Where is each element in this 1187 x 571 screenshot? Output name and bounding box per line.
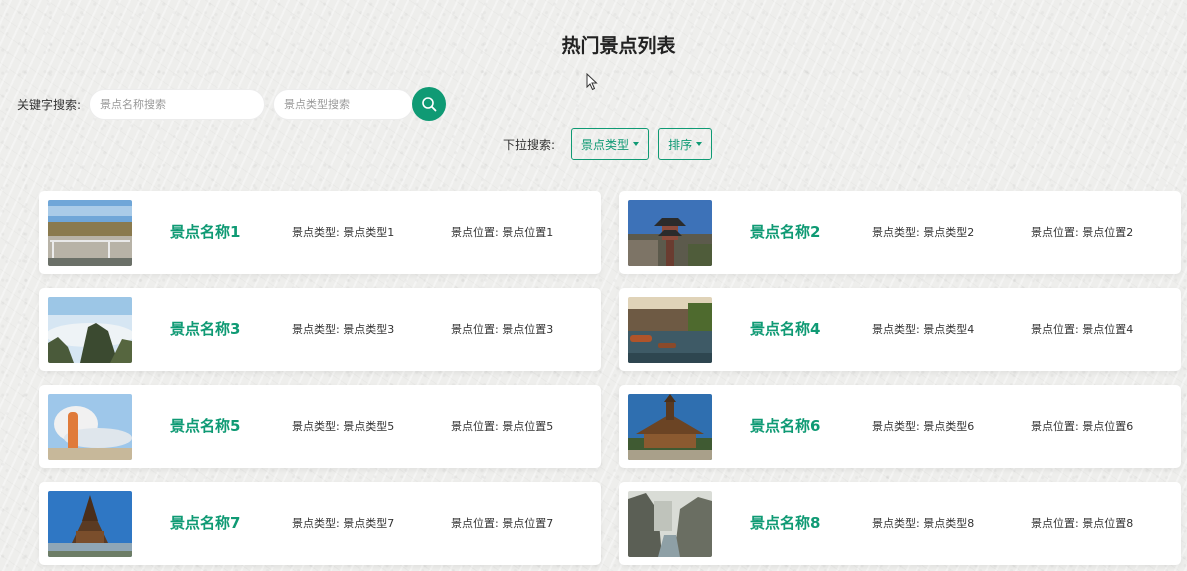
spot-name[interactable]: 景点名称6 — [750, 385, 820, 468]
spot-type: 景点类型: 景点类型6 — [872, 420, 975, 433]
caret-down-icon — [696, 142, 703, 146]
keyword-search-label: 关键字搜索: — [17, 97, 82, 112]
spot-location: 景点位置: 景点位置5 — [451, 420, 554, 433]
spot-card[interactable]: 景点名称5 景点类型: 景点类型5 景点位置: 景点位置5 — [39, 385, 601, 468]
spot-name[interactable]: 景点名称4 — [750, 288, 820, 371]
spot-name[interactable]: 景点名称3 — [170, 288, 240, 371]
spot-card[interactable]: 景点名称3 景点类型: 景点类型3 景点位置: 景点位置3 — [39, 288, 601, 371]
spot-type: 景点类型: 景点类型2 — [872, 226, 975, 239]
spot-type: 景点类型: 景点类型1 — [292, 226, 395, 239]
spot-photo[interactable] — [48, 297, 132, 363]
spot-card[interactable]: 景点名称2 景点类型: 景点类型2 景点位置: 景点位置2 — [619, 191, 1181, 274]
caret-down-icon — [633, 142, 640, 146]
spot-card[interactable]: 景点名称8 景点类型: 景点类型8 景点位置: 景点位置8 — [619, 482, 1181, 565]
mouse-cursor-icon — [586, 73, 598, 91]
sort-dropdown[interactable]: 排序 — [658, 128, 713, 160]
spot-location: 景点位置: 景点位置7 — [451, 517, 554, 530]
spot-photo[interactable] — [48, 394, 132, 460]
spot-location: 景点位置: 景点位置8 — [1031, 517, 1134, 530]
spot-location: 景点位置: 景点位置3 — [451, 323, 554, 336]
spot-name[interactable]: 景点名称8 — [750, 482, 820, 565]
dropdown-search-bar: 下拉搜索: 景点类型 排序 — [503, 128, 721, 160]
spot-type: 景点类型: 景点类型8 — [872, 517, 975, 530]
spot-name[interactable]: 景点名称2 — [750, 191, 820, 274]
spot-type: 景点类型: 景点类型3 — [292, 323, 395, 336]
spot-photo[interactable] — [628, 491, 712, 557]
dropdown-search-label: 下拉搜索: — [503, 137, 556, 152]
spot-photo[interactable] — [48, 200, 132, 266]
spot-location: 景点位置: 景点位置1 — [451, 226, 554, 239]
spot-location: 景点位置: 景点位置2 — [1031, 226, 1134, 239]
spot-type-dropdown-label: 景点类型 — [581, 137, 630, 152]
sort-dropdown-label: 排序 — [668, 137, 693, 152]
spot-card[interactable]: 景点名称7 景点类型: 景点类型7 景点位置: 景点位置7 — [39, 482, 601, 565]
spot-type: 景点类型: 景点类型7 — [292, 517, 395, 530]
spot-type-search-input[interactable]: 景点类型搜索 — [273, 88, 414, 120]
spot-name[interactable]: 景点名称1 — [170, 191, 240, 274]
spot-card[interactable]: 景点名称4 景点类型: 景点类型4 景点位置: 景点位置4 — [619, 288, 1181, 371]
spot-location: 景点位置: 景点位置6 — [1031, 420, 1134, 433]
spot-photo[interactable] — [628, 297, 712, 363]
page-title: 热门景点列表 — [561, 35, 676, 57]
spot-type-dropdown[interactable]: 景点类型 — [571, 128, 650, 160]
spot-location: 景点位置: 景点位置4 — [1031, 323, 1134, 336]
keyword-search-bar: 关键字搜索: 景点名称搜索 景点类型搜索 — [17, 87, 447, 121]
spot-type: 景点类型: 景点类型5 — [292, 420, 395, 433]
spot-card[interactable]: 景点名称1 景点类型: 景点类型1 景点位置: 景点位置1 — [39, 191, 601, 274]
spot-type: 景点类型: 景点类型4 — [872, 323, 975, 336]
spot-card[interactable]: 景点名称6 景点类型: 景点类型6 景点位置: 景点位置6 — [619, 385, 1181, 468]
spot-photo[interactable] — [628, 200, 712, 266]
search-button[interactable] — [412, 87, 447, 121]
spot-name-search-input[interactable]: 景点名称搜索 — [89, 88, 266, 120]
spot-name[interactable]: 景点名称7 — [170, 482, 240, 565]
spot-photo[interactable] — [48, 491, 132, 557]
search-icon — [422, 97, 437, 112]
spot-name[interactable]: 景点名称5 — [170, 385, 240, 468]
spot-photo[interactable] — [628, 394, 712, 460]
